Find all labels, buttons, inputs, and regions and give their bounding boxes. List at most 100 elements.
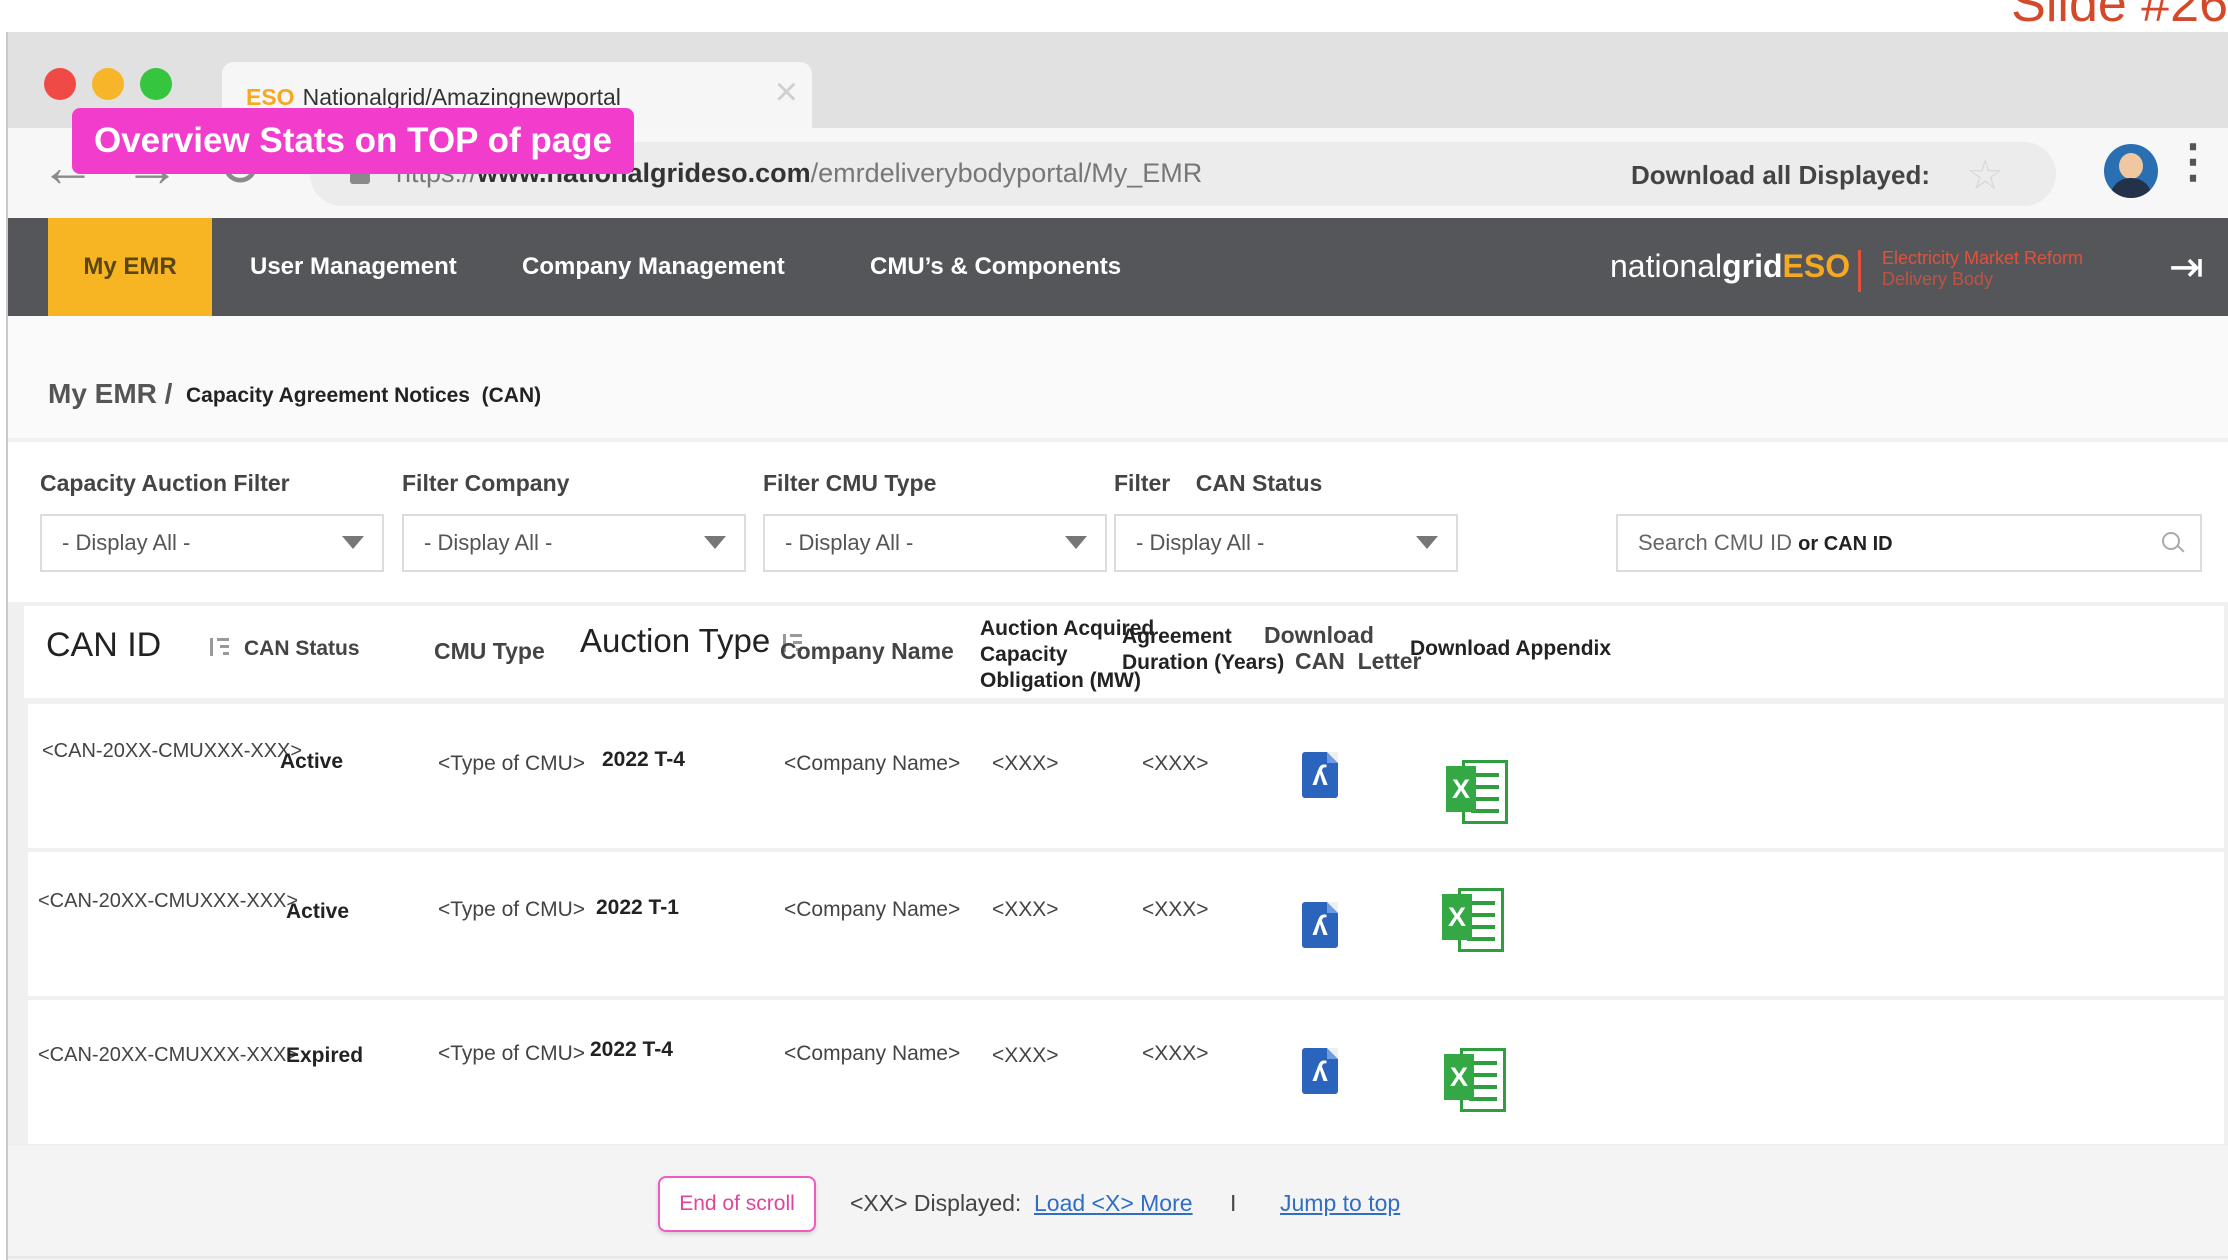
minimize-window-button[interactable] — [92, 68, 124, 100]
tab-title: ESO Nationalgrid/Amazingnewportal — [246, 84, 621, 111]
search-input[interactable]: Search CMU ID or CAN ID — [1616, 514, 2202, 572]
cell-capacity: <XXX> — [992, 1044, 1059, 1067]
breadcrumb-root[interactable]: My EMR / — [48, 378, 172, 410]
header-can-id[interactable]: CAN ID — [46, 628, 230, 662]
breadcrumb-current: Capacity Agreement Notices (CAN) — [186, 384, 542, 407]
table-footer: End of scroll <XX> Displayed: Load <X> M… — [8, 1146, 2228, 1258]
download-all-label: Download all Displayed: — [1630, 160, 1930, 190]
capacity-auction-select[interactable]: - Display All - — [40, 514, 384, 572]
cell-auction-type: 2022 T-1 — [596, 896, 679, 919]
brand-part1: national — [1610, 248, 1723, 284]
cell-company-name: <Company Name> — [784, 1042, 961, 1065]
user-avatar[interactable] — [2104, 144, 2158, 198]
select-value: - Display All - — [62, 530, 191, 555]
nav-item-my-emr[interactable]: My EMR — [48, 218, 212, 316]
nav-item-cmus-components[interactable]: CMU’s & Components — [870, 218, 1121, 316]
browser-menu-icon[interactable]: ⋮ — [2170, 138, 2216, 184]
search-placeholder: Search CMU ID or CAN ID — [1638, 530, 1893, 556]
header-auction-type-label: Auction Type — [580, 622, 771, 659]
brand-subtitle-line1: Electricity Market Reform — [1882, 248, 2084, 268]
header-download-line2: CAN Letter — [1295, 648, 1422, 674]
end-of-scroll-button[interactable]: End of scroll — [658, 1176, 816, 1232]
filter-bar: Capacity Auction Filter - Display All - … — [8, 442, 2228, 602]
jump-to-top-link[interactable]: Jump to top — [1280, 1190, 1400, 1217]
nationalgrid-eso-logo: nationalgridESO — [1610, 248, 1850, 285]
header-cmu-type[interactable]: CMU Type — [434, 638, 545, 664]
cmu-type-select[interactable]: - Display All - — [763, 514, 1107, 572]
filter-label-capacity-auction: Capacity Auction Filter — [40, 470, 290, 496]
cell-can-id[interactable]: <CAN-20XX-CMUXXX-XXX> — [42, 740, 302, 763]
pdf-file-icon[interactable]: ʎ — [1302, 752, 1338, 798]
cell-cmu-type: <Type of CMU> — [438, 898, 586, 921]
cell-can-status: Active — [286, 900, 350, 923]
select-value: - Display All - — [785, 530, 914, 555]
chevron-down-icon — [704, 536, 726, 549]
search-placeholder-a: Search CMU ID — [1638, 530, 1799, 555]
displayed-count: <XX> Displayed: — [850, 1190, 1022, 1216]
brand-part3: ESO — [1782, 248, 1851, 284]
cell-can-status: Expired — [286, 1044, 364, 1067]
search-icon[interactable] — [2162, 532, 2180, 550]
header-duration-line1: Agreement — [1122, 625, 1232, 648]
select-value: - Display All - — [1136, 530, 1265, 555]
tab-title-text: Nationalgrid/Amazingnewportal — [302, 84, 621, 110]
excel-file-icon[interactable]: X — [1442, 886, 1504, 952]
table-row[interactable]: <CAN-20XX-CMUXXX-XXX> Expired <Type of C… — [28, 1000, 2224, 1144]
header-can-id-label: CAN ID — [46, 626, 162, 664]
header-download-can-letter[interactable]: Download CAN Letter — [1264, 622, 1422, 674]
load-more-link[interactable]: Load <X> More — [1034, 1190, 1193, 1217]
table-row[interactable]: <CAN-20XX-CMUXXX-XXX> Active <Type of CM… — [28, 704, 2224, 848]
tab-close-icon[interactable]: × — [775, 70, 798, 115]
table-header: CAN ID CAN Status CMU Type Auction Type … — [24, 606, 2224, 698]
filter-label-can-status: Filter CAN Status — [1114, 470, 1323, 496]
cell-company-name: <Company Name> — [784, 752, 961, 775]
chevron-down-icon — [342, 536, 364, 549]
filter-label-cmu-type: Filter CMU Type — [763, 470, 937, 496]
brand-subtitle: Electricity Market Reform Delivery Body — [1882, 248, 2083, 290]
can-status-select[interactable]: - Display All - — [1114, 514, 1458, 572]
chevron-down-icon — [1416, 536, 1438, 549]
brand-subtitle-line2: Delivery Body — [1882, 269, 1994, 289]
cell-capacity: <XXX> — [992, 898, 1059, 921]
cell-can-status: Active — [280, 750, 344, 773]
sort-icon[interactable] — [205, 636, 230, 658]
url-path: /emrdeliverybodyportal/My_EMR — [810, 158, 1203, 188]
cell-auction-type: 2022 T-4 — [602, 748, 685, 771]
header-download-line1: Download — [1264, 622, 1374, 648]
avatar-head — [2119, 153, 2143, 179]
cell-cmu-type: <Type of CMU> — [438, 1042, 586, 1065]
header-agreement-duration[interactable]: Agreement Duration (Years) — [1122, 624, 1284, 676]
excel-file-icon[interactable]: X — [1446, 758, 1508, 824]
filter-label-company: Filter Company — [402, 470, 570, 496]
overview-stats-annotation: Overview Stats on TOP of page — [72, 108, 634, 174]
nav-item-company-management[interactable]: Company Management — [522, 218, 785, 316]
excel-file-icon[interactable]: X — [1444, 1046, 1506, 1112]
nav-item-user-management[interactable]: User Management — [250, 218, 457, 316]
cell-can-id[interactable]: <CAN-20XX-CMUXXX-XXX> — [38, 890, 298, 913]
cell-duration: <XXX> — [1142, 752, 1209, 775]
header-duration-line2: Duration (Years) — [1122, 651, 1285, 674]
company-select[interactable]: - Display All - — [402, 514, 746, 572]
header-auction-type[interactable]: Auction Type — [580, 624, 803, 657]
cell-duration: <XXX> — [1142, 1042, 1209, 1065]
browser-window: ESONationalgrid/Amazingnewportal × ← → ↻… — [6, 32, 2228, 1260]
close-window-button[interactable] — [44, 68, 76, 100]
header-download-appendix[interactable]: Download Appendix — [1410, 636, 1611, 662]
avatar-body — [2110, 178, 2152, 198]
pdf-file-icon[interactable]: ʎ — [1302, 1048, 1338, 1094]
header-company-name[interactable]: Company Name — [780, 638, 954, 664]
maximize-window-button[interactable] — [140, 68, 172, 100]
brand-part2: grid — [1722, 248, 1783, 284]
tab-brand: ESO — [246, 84, 295, 110]
logout-icon[interactable]: ⇥ — [2169, 242, 2204, 291]
table-row[interactable]: <CAN-20XX-CMUXXX-XXX> Active <Type of CM… — [28, 852, 2224, 996]
header-can-status[interactable]: CAN Status — [244, 636, 360, 662]
bookmark-star-icon[interactable]: ☆ — [1966, 150, 2004, 199]
pdf-file-icon[interactable]: ʎ — [1302, 902, 1338, 948]
cell-duration: <XXX> — [1142, 898, 1209, 921]
cell-cmu-type: <Type of CMU> — [438, 752, 586, 775]
brand-divider — [1858, 250, 1861, 292]
cell-capacity: <XXX> — [992, 752, 1059, 775]
cell-can-id[interactable]: <CAN-20XX-CMUXXX-XXX> — [38, 1044, 298, 1067]
footer-separator: I — [1230, 1190, 1237, 1216]
